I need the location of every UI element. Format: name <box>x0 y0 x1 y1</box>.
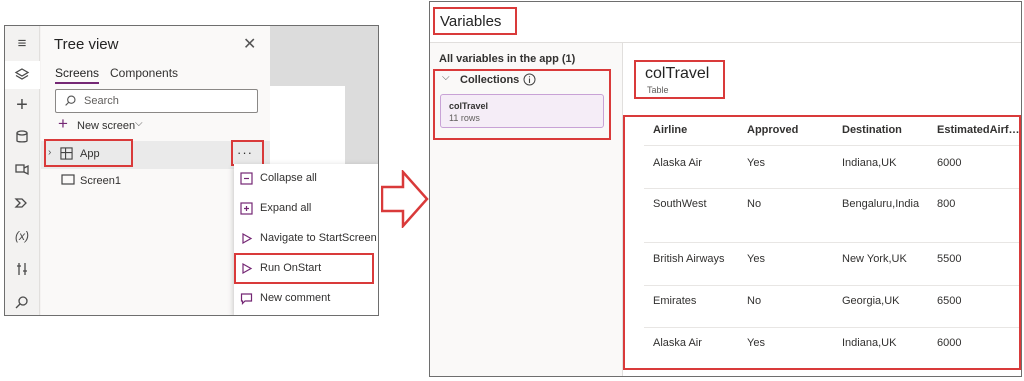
tab-components[interactable]: Components <box>110 66 178 80</box>
flow-icon[interactable] <box>10 192 34 214</box>
arrow-right-icon <box>381 170 429 228</box>
menu-item-navigate-start[interactable]: Navigate to StartScreen <box>234 224 378 254</box>
canvas-screen-preview <box>270 86 345 166</box>
media-icon[interactable] <box>10 159 34 181</box>
database-icon[interactable] <box>10 126 34 148</box>
tools-icon[interactable] <box>10 258 34 280</box>
menu-item-expand-all[interactable]: Expand all <box>234 194 378 224</box>
add-icon: + <box>58 114 68 133</box>
menu-item-new-comment[interactable]: New comment <box>234 284 378 314</box>
expand-icon <box>240 202 253 215</box>
chevron-down-icon: ⌵ <box>135 118 143 129</box>
menu-item-collapse-all[interactable]: Collapse all <box>234 164 378 194</box>
collapse-icon <box>240 172 253 185</box>
highlight-run-onstart <box>234 253 374 284</box>
search-input[interactable]: Search <box>55 89 258 113</box>
power-apps-studio-panel: ≡ + (x) Tree view ✕ Screens Components S… <box>4 25 379 316</box>
highlight-selected-variable <box>634 60 725 99</box>
tree-view-title: Tree view <box>54 36 119 53</box>
hamburger-icon[interactable]: ≡ <box>10 33 34 55</box>
highlight-collections <box>433 69 611 140</box>
search-placeholder: Search <box>84 95 119 107</box>
search-icon[interactable] <box>10 291 34 313</box>
layers-icon[interactable] <box>10 64 34 86</box>
plus-icon[interactable]: + <box>10 94 34 116</box>
new-screen-button[interactable]: New screen <box>77 120 135 132</box>
close-icon[interactable]: ✕ <box>243 34 256 54</box>
highlight-app <box>44 139 133 167</box>
context-menu: Collapse all Expand all Navigate to Star… <box>234 164 378 315</box>
comment-icon <box>240 293 253 305</box>
tab-screens[interactable]: Screens <box>55 66 100 84</box>
highlight-more <box>231 140 264 166</box>
all-variables-label: All variables in the app (1) <box>439 53 576 65</box>
play-icon <box>242 232 253 245</box>
variables-icon[interactable]: (x) <box>10 225 34 247</box>
search-icon <box>65 95 76 106</box>
highlight-variables-title <box>433 7 517 35</box>
variables-panel: Variables All variables in the app (1) ⌵… <box>429 1 1022 377</box>
screen-icon <box>61 174 75 185</box>
highlight-table <box>623 115 1021 370</box>
tree-item-screen1[interactable]: Screen1 <box>80 175 121 187</box>
left-rail: ≡ + (x) <box>5 26 40 315</box>
